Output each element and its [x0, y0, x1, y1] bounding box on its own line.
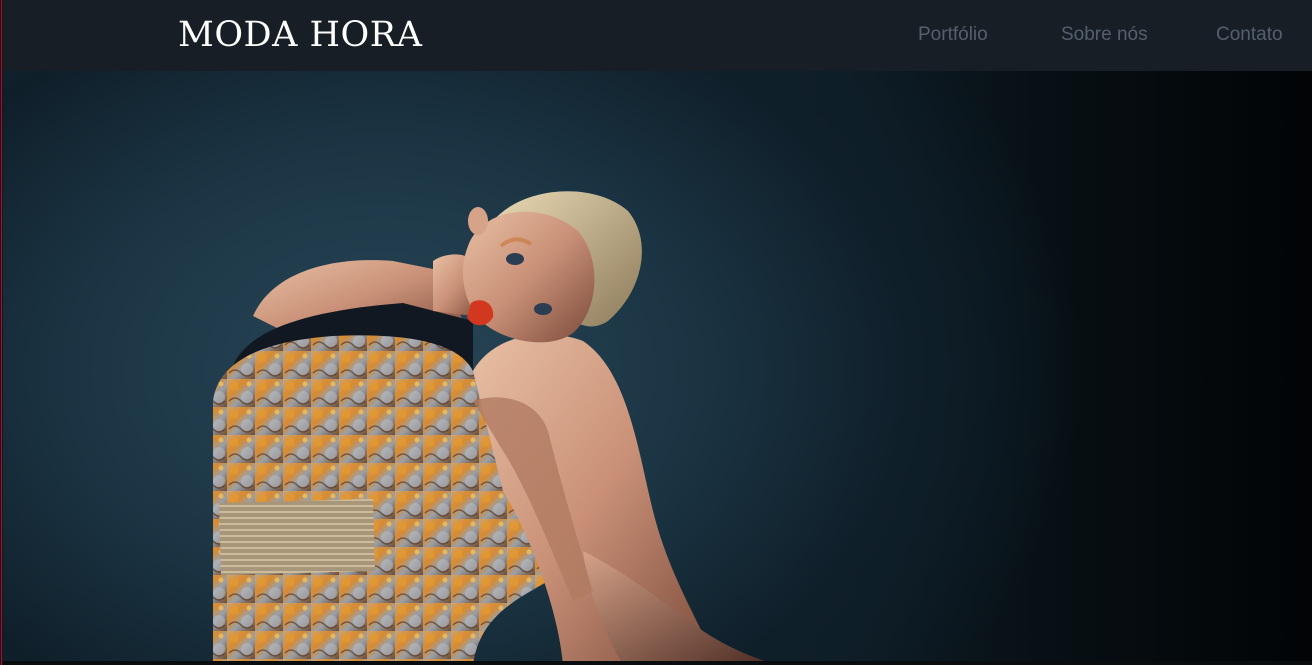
- model-ear: [468, 207, 488, 235]
- nav-link-portfolio[interactable]: Portfólio: [918, 22, 988, 48]
- model-belt: [219, 499, 375, 575]
- hero-banner: [3, 71, 1312, 665]
- window-left-border: [0, 0, 3, 665]
- model-eye-left: [506, 253, 524, 265]
- hero-model-image: [213, 191, 778, 665]
- window-bottom-border: [0, 661, 1312, 665]
- nav-link-about[interactable]: Sobre nós: [1061, 22, 1148, 48]
- site-header: MODA HORA Portfólio Sobre nós Contato: [3, 0, 1312, 71]
- nav-link-contact[interactable]: Contato: [1216, 22, 1283, 48]
- site-logo[interactable]: MODA HORA: [178, 12, 422, 58]
- model-eye-right: [534, 303, 552, 315]
